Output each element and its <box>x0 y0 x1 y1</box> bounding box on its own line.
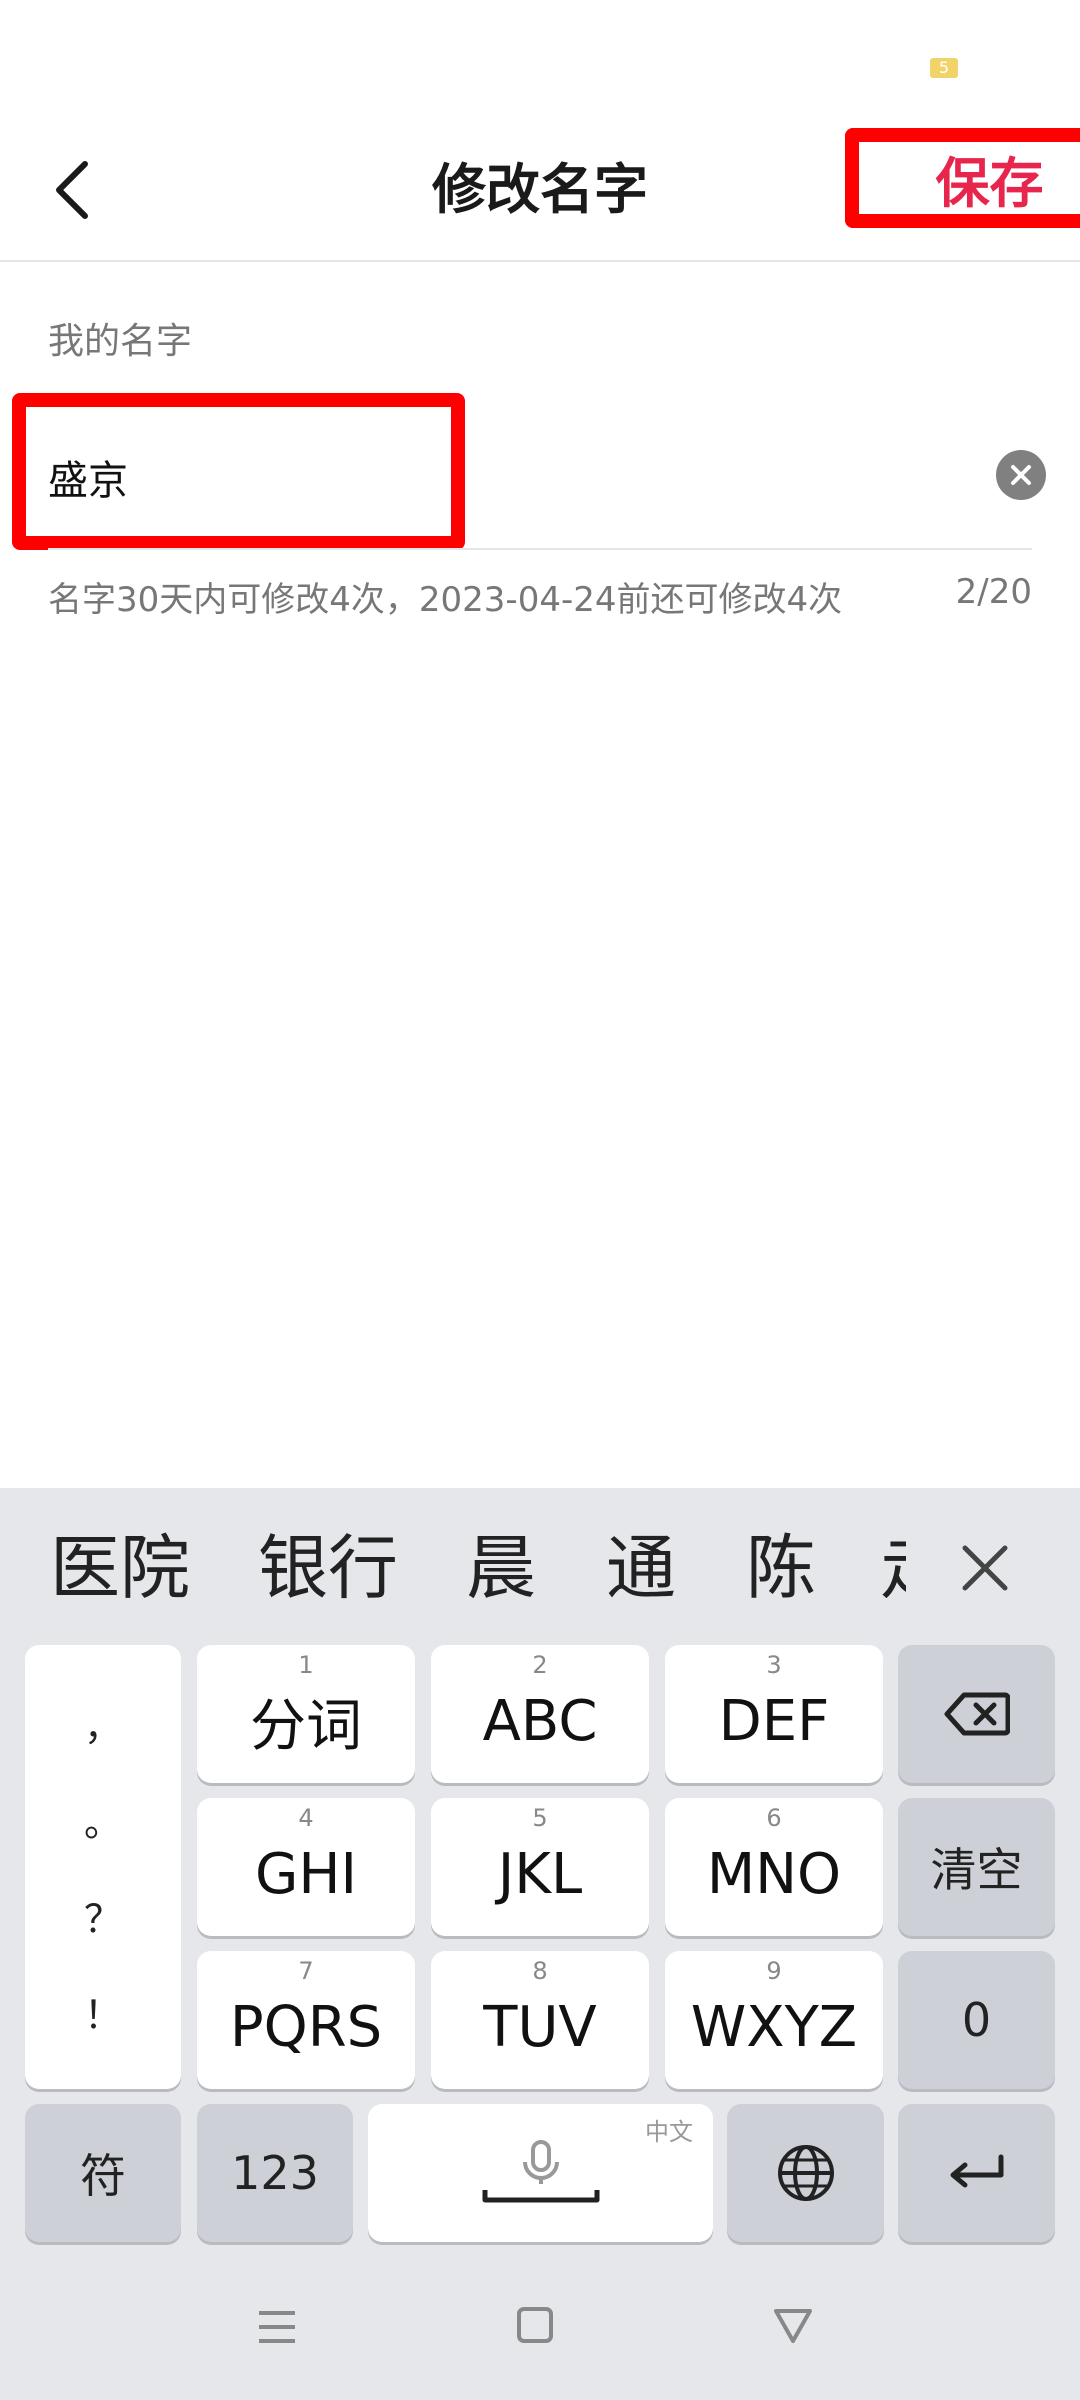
space-lang-label: 中文 <box>645 2118 693 2146</box>
key-label: GHI <box>254 1841 358 1907</box>
key-1[interactable]: 1 分词 <box>197 1645 415 1783</box>
key-number: 6 <box>766 1804 782 1832</box>
space-key[interactable]: 中文 <box>368 2104 713 2242</box>
candidate-4[interactable]: 通 <box>606 1523 676 1613</box>
key-label: 0 <box>961 1993 992 2047</box>
key-label: MNO <box>706 1841 842 1907</box>
chevron-left-icon <box>56 161 88 219</box>
key-number: 2 <box>532 1651 548 1679</box>
key-3[interactable]: 3 DEF <box>665 1645 883 1783</box>
field-label: 我的名字 <box>48 321 193 362</box>
save-button[interactable]: 保存 <box>845 128 1080 228</box>
candidate-5[interactable]: 陈 <box>746 1523 816 1613</box>
key-5[interactable]: 5 JKL <box>431 1798 649 1936</box>
enter-key[interactable] <box>898 2104 1055 2242</box>
name-input[interactable]: 盛京 <box>48 448 128 506</box>
key-7[interactable]: 7 PQRS <box>197 1951 415 2089</box>
candidate-2[interactable]: 银行 <box>258 1523 398 1613</box>
punctuation-column[interactable]: ， 。 ？ ！ <box>25 1645 181 2089</box>
status-bar: 5 <box>0 0 1080 120</box>
back-button[interactable] <box>38 152 108 228</box>
key-label: TUV <box>483 1994 597 2060</box>
key-4[interactable]: 4 GHI <box>197 1798 415 1936</box>
key-number: 9 <box>766 1957 782 1985</box>
triangle-down-icon <box>774 2309 812 2343</box>
key-number: 5 <box>532 1804 548 1832</box>
menu-nav-button[interactable] <box>255 2305 305 2355</box>
hint-text: 名字30天内可修改4次，2023-04-24前还可修改4次 <box>48 580 843 620</box>
close-icon <box>962 1545 1008 1591</box>
key-label: PQRS <box>229 1994 383 2060</box>
key-number: 4 <box>298 1804 314 1832</box>
close-candidates-button[interactable] <box>955 1538 1015 1598</box>
punct-exclaim[interactable]: ！ <box>84 1984 122 2039</box>
menu-icon <box>259 2311 295 2343</box>
symbols-key[interactable]: 符 <box>25 2104 181 2242</box>
key-9[interactable]: 9 WXYZ <box>665 1951 883 2089</box>
key-label: WXYZ <box>690 1994 858 2060</box>
key-2[interactable]: 2 ABC <box>431 1645 649 1783</box>
language-key[interactable] <box>727 2104 884 2242</box>
microphone-icon <box>482 2140 599 2203</box>
close-circle-icon <box>1011 465 1031 485</box>
key-label: 123 <box>231 2146 319 2200</box>
enter-icon <box>950 2154 1003 2188</box>
battery-icon: 5 <box>930 58 958 78</box>
key-number: 8 <box>532 1957 548 1985</box>
key-label: 符 <box>80 2149 126 2203</box>
candidate-3[interactable]: 晨 <box>466 1523 536 1613</box>
key-label: DEF <box>718 1688 830 1754</box>
key-number: 3 <box>766 1651 782 1679</box>
backspace-icon <box>944 1692 1010 1736</box>
punct-question[interactable]: ？ <box>84 1888 122 1943</box>
numbers-key[interactable]: 123 <box>197 2104 353 2242</box>
key-0[interactable]: 0 <box>898 1951 1055 2089</box>
key-label: ABC <box>482 1688 598 1754</box>
key-8[interactable]: 8 TUV <box>431 1951 649 2089</box>
header: 修改名字 保存 <box>0 120 1080 262</box>
key-label: 清空 <box>930 1843 1023 1897</box>
field-divider <box>48 548 1032 550</box>
save-label: 保存 <box>935 151 1044 215</box>
clear-input-button[interactable] <box>996 450 1046 500</box>
navigation-bar <box>0 2260 1080 2400</box>
backspace-key[interactable] <box>898 1645 1055 1783</box>
globe-icon <box>777 2145 834 2201</box>
char-counter: 2/20 <box>955 572 1032 612</box>
candidate-6[interactable]: 走 <box>880 1523 906 1613</box>
key-number: 7 <box>298 1957 314 1985</box>
punct-period[interactable]: 。 <box>84 1792 122 1847</box>
home-nav-button[interactable] <box>515 2305 565 2355</box>
candidate-1[interactable]: 医院 <box>50 1523 190 1613</box>
key-number: 1 <box>298 1651 314 1679</box>
back-nav-button[interactable] <box>772 2305 822 2355</box>
key-label: 分词 <box>250 1693 362 1759</box>
punct-comma[interactable]: ， <box>84 1696 122 1751</box>
clear-all-key[interactable]: 清空 <box>898 1798 1055 1936</box>
key-6[interactable]: 6 MNO <box>665 1798 883 1936</box>
square-icon <box>517 2307 553 2343</box>
key-label: JKL <box>497 1841 583 1907</box>
